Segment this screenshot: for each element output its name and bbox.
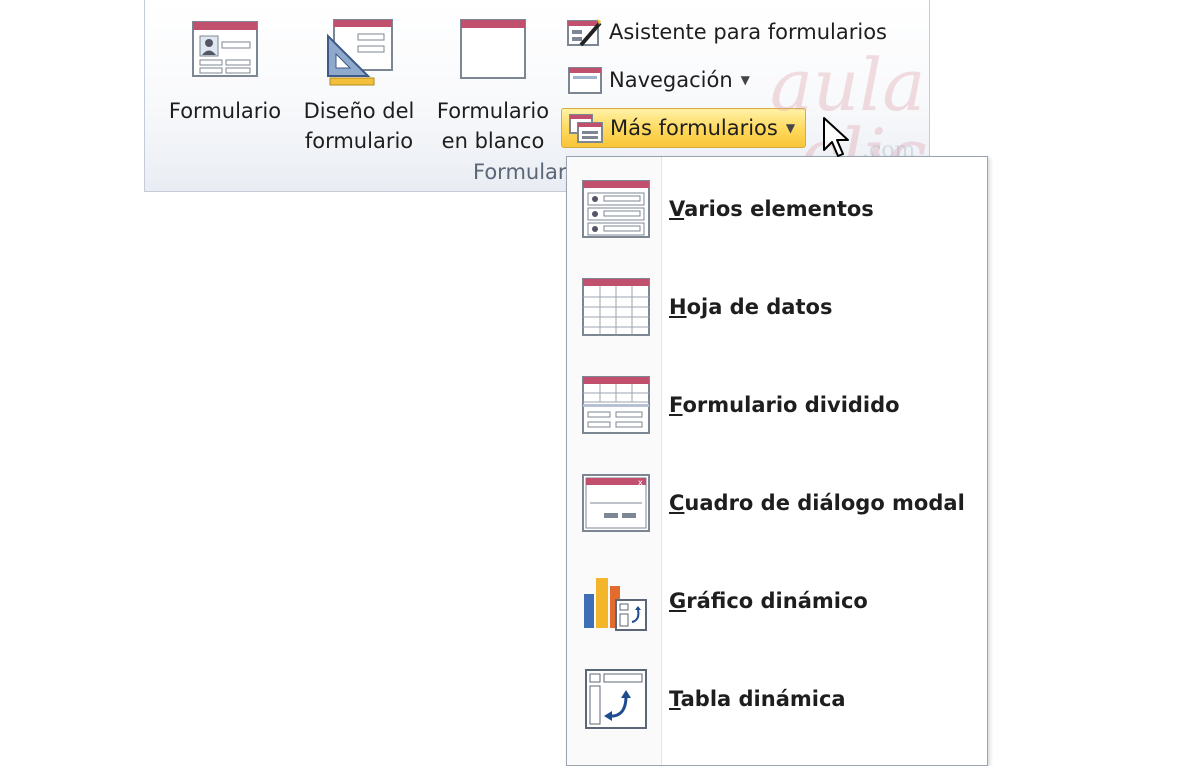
split-form-icon bbox=[581, 373, 651, 437]
form-wizard-icon bbox=[567, 17, 603, 47]
chevron-down-icon: ▼ bbox=[740, 73, 750, 87]
more-forms-menu: Varios elementos Hoja de datos Formulari… bbox=[566, 156, 988, 766]
menu-item-label: Hoja de datos bbox=[669, 295, 833, 319]
form-button-label: Formulario bbox=[168, 99, 282, 123]
blank-form-button[interactable]: Formulario en blanco bbox=[427, 14, 559, 154]
form-design-button-label: Diseño del formulario bbox=[303, 99, 415, 153]
menu-item-modal-dialog[interactable]: x Cuadro de diálogo modal bbox=[567, 463, 987, 543]
form-button[interactable]: Formulario bbox=[159, 14, 291, 154]
menu-item-label: Formulario dividido bbox=[669, 393, 900, 417]
navigation-button[interactable]: Navegación ▼ bbox=[567, 60, 750, 100]
menu-item-label: Cuadro de diálogo modal bbox=[669, 491, 965, 515]
menu-item-label: Tabla dinámica bbox=[669, 687, 846, 711]
navigation-label: Navegación bbox=[609, 68, 733, 92]
svg-text:x: x bbox=[638, 478, 643, 487]
blank-form-button-label: Formulario en blanco bbox=[436, 99, 550, 153]
menu-item-datasheet[interactable]: Hoja de datos bbox=[567, 267, 987, 347]
pivot-chart-icon bbox=[581, 569, 651, 633]
menu-item-pivot-chart[interactable]: Gráfico dinámico bbox=[567, 561, 987, 641]
form-icon bbox=[192, 21, 258, 77]
form-wizard-label: Asistente para formularios bbox=[609, 20, 887, 44]
more-forms-button[interactable]: Más formularios ▼ bbox=[561, 108, 807, 148]
menu-item-label: Gráfico dinámico bbox=[669, 589, 868, 613]
form-design-icon bbox=[327, 19, 393, 86]
form-design-button[interactable]: Diseño del formulario bbox=[293, 14, 425, 154]
menu-item-label: Varios elementos bbox=[669, 197, 874, 221]
datasheet-icon bbox=[581, 275, 651, 339]
more-forms-label: Más formularios bbox=[610, 116, 778, 140]
modal-dialog-icon: x bbox=[581, 471, 651, 535]
blank-form-icon bbox=[460, 19, 526, 79]
chevron-down-icon: ▼ bbox=[785, 121, 796, 135]
menu-item-split-form[interactable]: Formulario dividido bbox=[567, 365, 987, 445]
mouse-cursor-icon bbox=[823, 117, 849, 157]
menu-item-multiple-items[interactable]: Varios elementos bbox=[567, 169, 987, 249]
navigation-icon bbox=[567, 65, 603, 95]
multiple-items-icon bbox=[581, 177, 651, 241]
menu-item-pivot-table[interactable]: Tabla dinámica bbox=[567, 659, 987, 739]
more-forms-icon bbox=[568, 113, 604, 143]
form-wizard-button[interactable]: Asistente para formularios bbox=[567, 12, 887, 52]
pivot-table-icon bbox=[581, 667, 651, 731]
